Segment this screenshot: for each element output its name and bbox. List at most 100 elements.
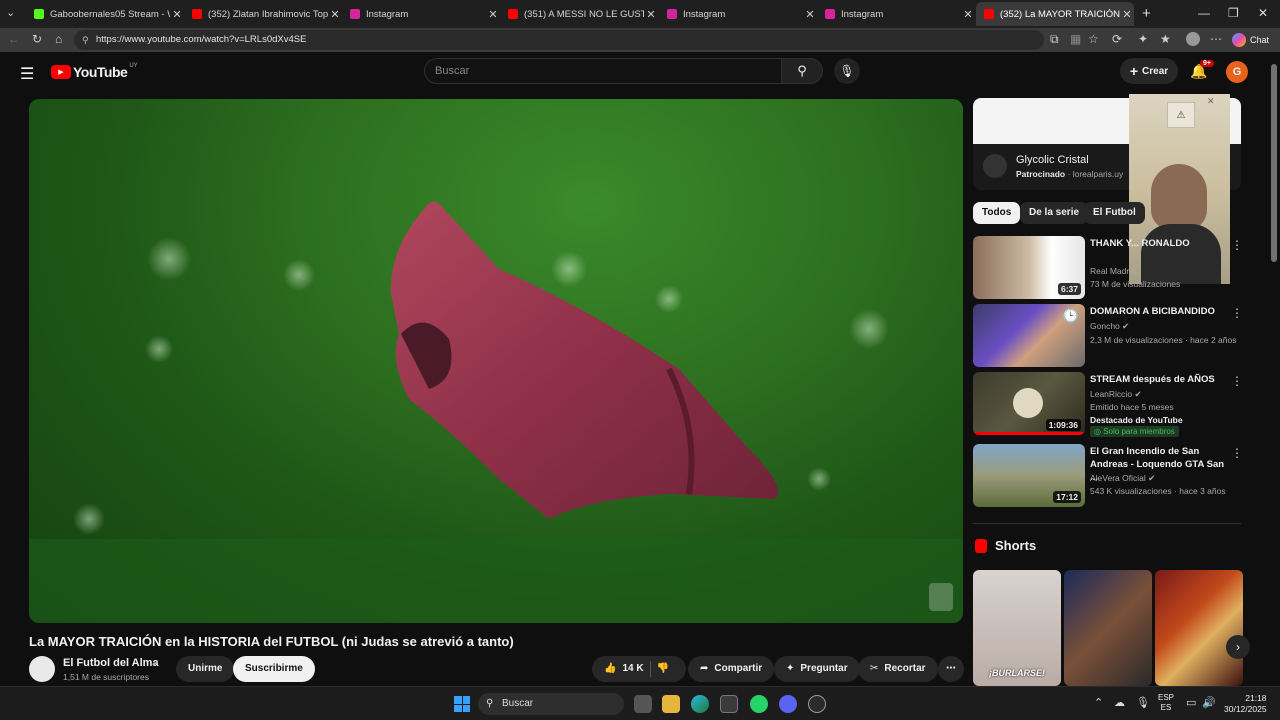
search-input[interactable]: Buscar <box>424 58 782 84</box>
scrollbar-thumb[interactable] <box>1271 64 1277 262</box>
video-thumbnail[interactable]: 🕒 <box>973 304 1085 367</box>
taskbar-search-input[interactable]: ⚲ Buscar <box>478 693 624 715</box>
refresh-extension-icon[interactable]: ⟳ <box>1112 32 1122 46</box>
close-overlay-icon[interactable]: ✕ <box>1207 96 1215 107</box>
file-explorer-icon[interactable] <box>662 695 680 713</box>
tab-search-chevron-icon[interactable]: ⌄ <box>6 6 15 19</box>
extensions-puzzle-icon[interactable]: ✦ <box>1138 32 1148 46</box>
recommendation-meta: 543 K visualizaciones · hace 3 años <box>1090 486 1226 496</box>
close-tab-icon[interactable]: ✕ <box>486 8 500 21</box>
minimize-window-icon[interactable]: — <box>1198 6 1210 20</box>
discord-icon[interactable] <box>779 695 797 713</box>
more-menu-icon[interactable]: ⋯ <box>1210 32 1222 46</box>
thumbs-up-icon[interactable]: 👍 <box>604 656 616 682</box>
home-icon[interactable]: ⌂ <box>55 32 62 46</box>
clock-time: 21:18 <box>1245 693 1267 703</box>
like-count[interactable]: 14 K <box>622 656 643 682</box>
app-icon[interactable] <box>808 695 826 713</box>
close-tab-icon[interactable]: ✕ <box>961 8 975 21</box>
reader-icon[interactable]: ▦ <box>1070 32 1081 46</box>
shorts-header: Shorts <box>975 538 1036 553</box>
language-indicator[interactable]: ESP ES <box>1158 693 1174 713</box>
volume-icon[interactable]: 🔊 <box>1202 696 1216 709</box>
task-view-icon[interactable] <box>634 695 652 713</box>
back-arrow-icon[interactable]: ← <box>8 32 20 46</box>
page-scrollbar[interactable] <box>1268 52 1280 686</box>
thumbs-down-icon[interactable]: 👎 <box>657 656 669 682</box>
tab-instagram-3[interactable]: Instagram ✕ <box>817 2 975 26</box>
youtube-logo[interactable]: ▶ YouTube UY <box>51 63 138 80</box>
chip-todos[interactable]: Todos <box>973 202 1021 224</box>
tab-active-traicion[interactable]: (352) La MAYOR TRAICIÓN en la I ✕ <box>976 2 1134 26</box>
clip-button[interactable]: ✂ Recortar <box>858 656 938 682</box>
ask-label: Preguntar <box>800 663 848 674</box>
edge-browser-icon[interactable] <box>691 695 709 713</box>
more-vertical-icon[interactable]: ⋮ <box>1231 374 1243 388</box>
video-player[interactable] <box>29 99 963 623</box>
create-button[interactable]: + Crear <box>1120 58 1178 84</box>
short-thumbnail[interactable] <box>1064 570 1152 686</box>
reload-icon[interactable]: ↻ <box>32 32 42 46</box>
more-actions-button[interactable]: ⋯ <box>938 656 964 682</box>
hamburger-menu-icon[interactable]: ☰ <box>20 64 34 84</box>
close-tab-icon[interactable]: ✕ <box>644 8 658 21</box>
subscribe-button[interactable]: Suscribirme <box>233 656 315 682</box>
new-tab-button[interactable]: + <box>1142 5 1151 22</box>
short-thumbnail[interactable]: ¡BURLARSE! <box>973 570 1061 686</box>
windows-start-icon[interactable] <box>454 696 470 712</box>
store-icon[interactable] <box>720 695 738 713</box>
close-tab-icon[interactable]: ✕ <box>328 8 342 21</box>
recommendation-item[interactable]: 6:37 THANK Y... RONALDO Real Madrid 73 M… <box>973 236 1243 300</box>
join-label: Unirme <box>188 663 223 674</box>
video-thumbnail[interactable]: 17:12 <box>973 444 1085 507</box>
microphone-icon: 🎙 <box>839 64 855 78</box>
more-vertical-icon[interactable]: ⋮ <box>1231 306 1243 320</box>
watch-later-clock-icon[interactable]: 🕒 <box>1063 308 1079 324</box>
favorite-star-icon[interactable]: ☆ <box>1088 32 1099 46</box>
voice-search-button[interactable]: 🎙 <box>834 58 860 84</box>
tab-instagram-1[interactable]: Instagram ✕ <box>342 2 500 26</box>
recommendation-item[interactable]: 1:09:36 STREAM después de AÑOS LeanRicci… <box>973 372 1243 437</box>
maximize-window-icon[interactable]: ❐ <box>1228 6 1239 20</box>
join-button[interactable]: Unirme <box>176 656 235 682</box>
extension-icon[interactable]: ⧉ <box>1050 32 1059 47</box>
url-text: https://www.youtube.com/watch?v=LRLs0dXv… <box>96 34 307 45</box>
share-button[interactable]: ➦ Compartir <box>688 656 775 682</box>
more-vertical-icon[interactable]: ⋮ <box>1231 446 1243 460</box>
favorites-icon[interactable]: ★ <box>1160 32 1171 46</box>
chip-el-futbol[interactable]: El Futbol <box>1084 202 1145 224</box>
account-avatar[interactable]: G <box>1226 61 1248 83</box>
clock[interactable]: 21:18 30/12/2025 <box>1224 693 1267 715</box>
search-button[interactable]: ⚲ <box>781 58 823 84</box>
profile-avatar-icon[interactable] <box>1186 32 1200 46</box>
recommendation-meta: 2,3 M de visualizaciones · hace 2 años <box>1090 335 1237 345</box>
microphone-tray-icon[interactable]: 🎙 <box>1136 696 1150 709</box>
recommendation-item[interactable]: 17:12 El Gran Incendio de San Andreas - … <box>973 444 1243 508</box>
chip-de-la-serie[interactable]: De la serie <box>1020 202 1089 224</box>
network-icon[interactable]: ☁ <box>1114 696 1125 709</box>
whatsapp-icon[interactable] <box>750 695 768 713</box>
video-thumbnail[interactable]: 6:37 <box>973 236 1085 299</box>
more-vertical-icon[interactable]: ⋮ <box>1231 238 1243 252</box>
tab-kick-stream[interactable]: Gaboobernales05 Stream - Watch ✕ <box>26 2 184 26</box>
close-tab-icon[interactable]: ✕ <box>1120 8 1134 21</box>
site-info-icon[interactable]: ⚲ <box>82 30 89 50</box>
tray-chevron-icon[interactable]: ⌃ <box>1094 696 1103 709</box>
close-window-icon[interactable]: ✕ <box>1258 6 1268 20</box>
tab-zlatan[interactable]: (352) Zlatan Ibrahimovic Top 10 G ✕ <box>184 2 342 26</box>
channel-name[interactable]: El Futbol del Alma <box>63 657 159 669</box>
shorts-next-chevron-icon[interactable]: › <box>1226 635 1250 659</box>
short-thumbnail[interactable] <box>1155 570 1243 686</box>
video-thumbnail[interactable]: 1:09:36 <box>973 372 1085 435</box>
tab-messi[interactable]: (351) A MESSI NO LE GUSTA DE A ✕ <box>500 2 658 26</box>
ask-button[interactable]: ✦ Preguntar <box>774 656 860 682</box>
close-tab-icon[interactable]: ✕ <box>803 8 817 21</box>
display-icon[interactable]: ▭ <box>1186 696 1196 709</box>
address-bar[interactable]: ⚲ https://www.youtube.com/watch?v=LRLs0d… <box>74 30 1044 50</box>
recommendation-item[interactable]: 🕒 DOMARON A BICIBANDIDO Goncho ✔ 2,3 M d… <box>973 304 1243 368</box>
tab-instagram-2[interactable]: Instagram ✕ <box>659 2 817 26</box>
copilot-chat-button[interactable]: Chat <box>1232 31 1280 49</box>
channel-avatar[interactable] <box>29 656 55 682</box>
notification-count-badge: 9+ <box>1200 60 1214 67</box>
close-tab-icon[interactable]: ✕ <box>170 8 184 21</box>
